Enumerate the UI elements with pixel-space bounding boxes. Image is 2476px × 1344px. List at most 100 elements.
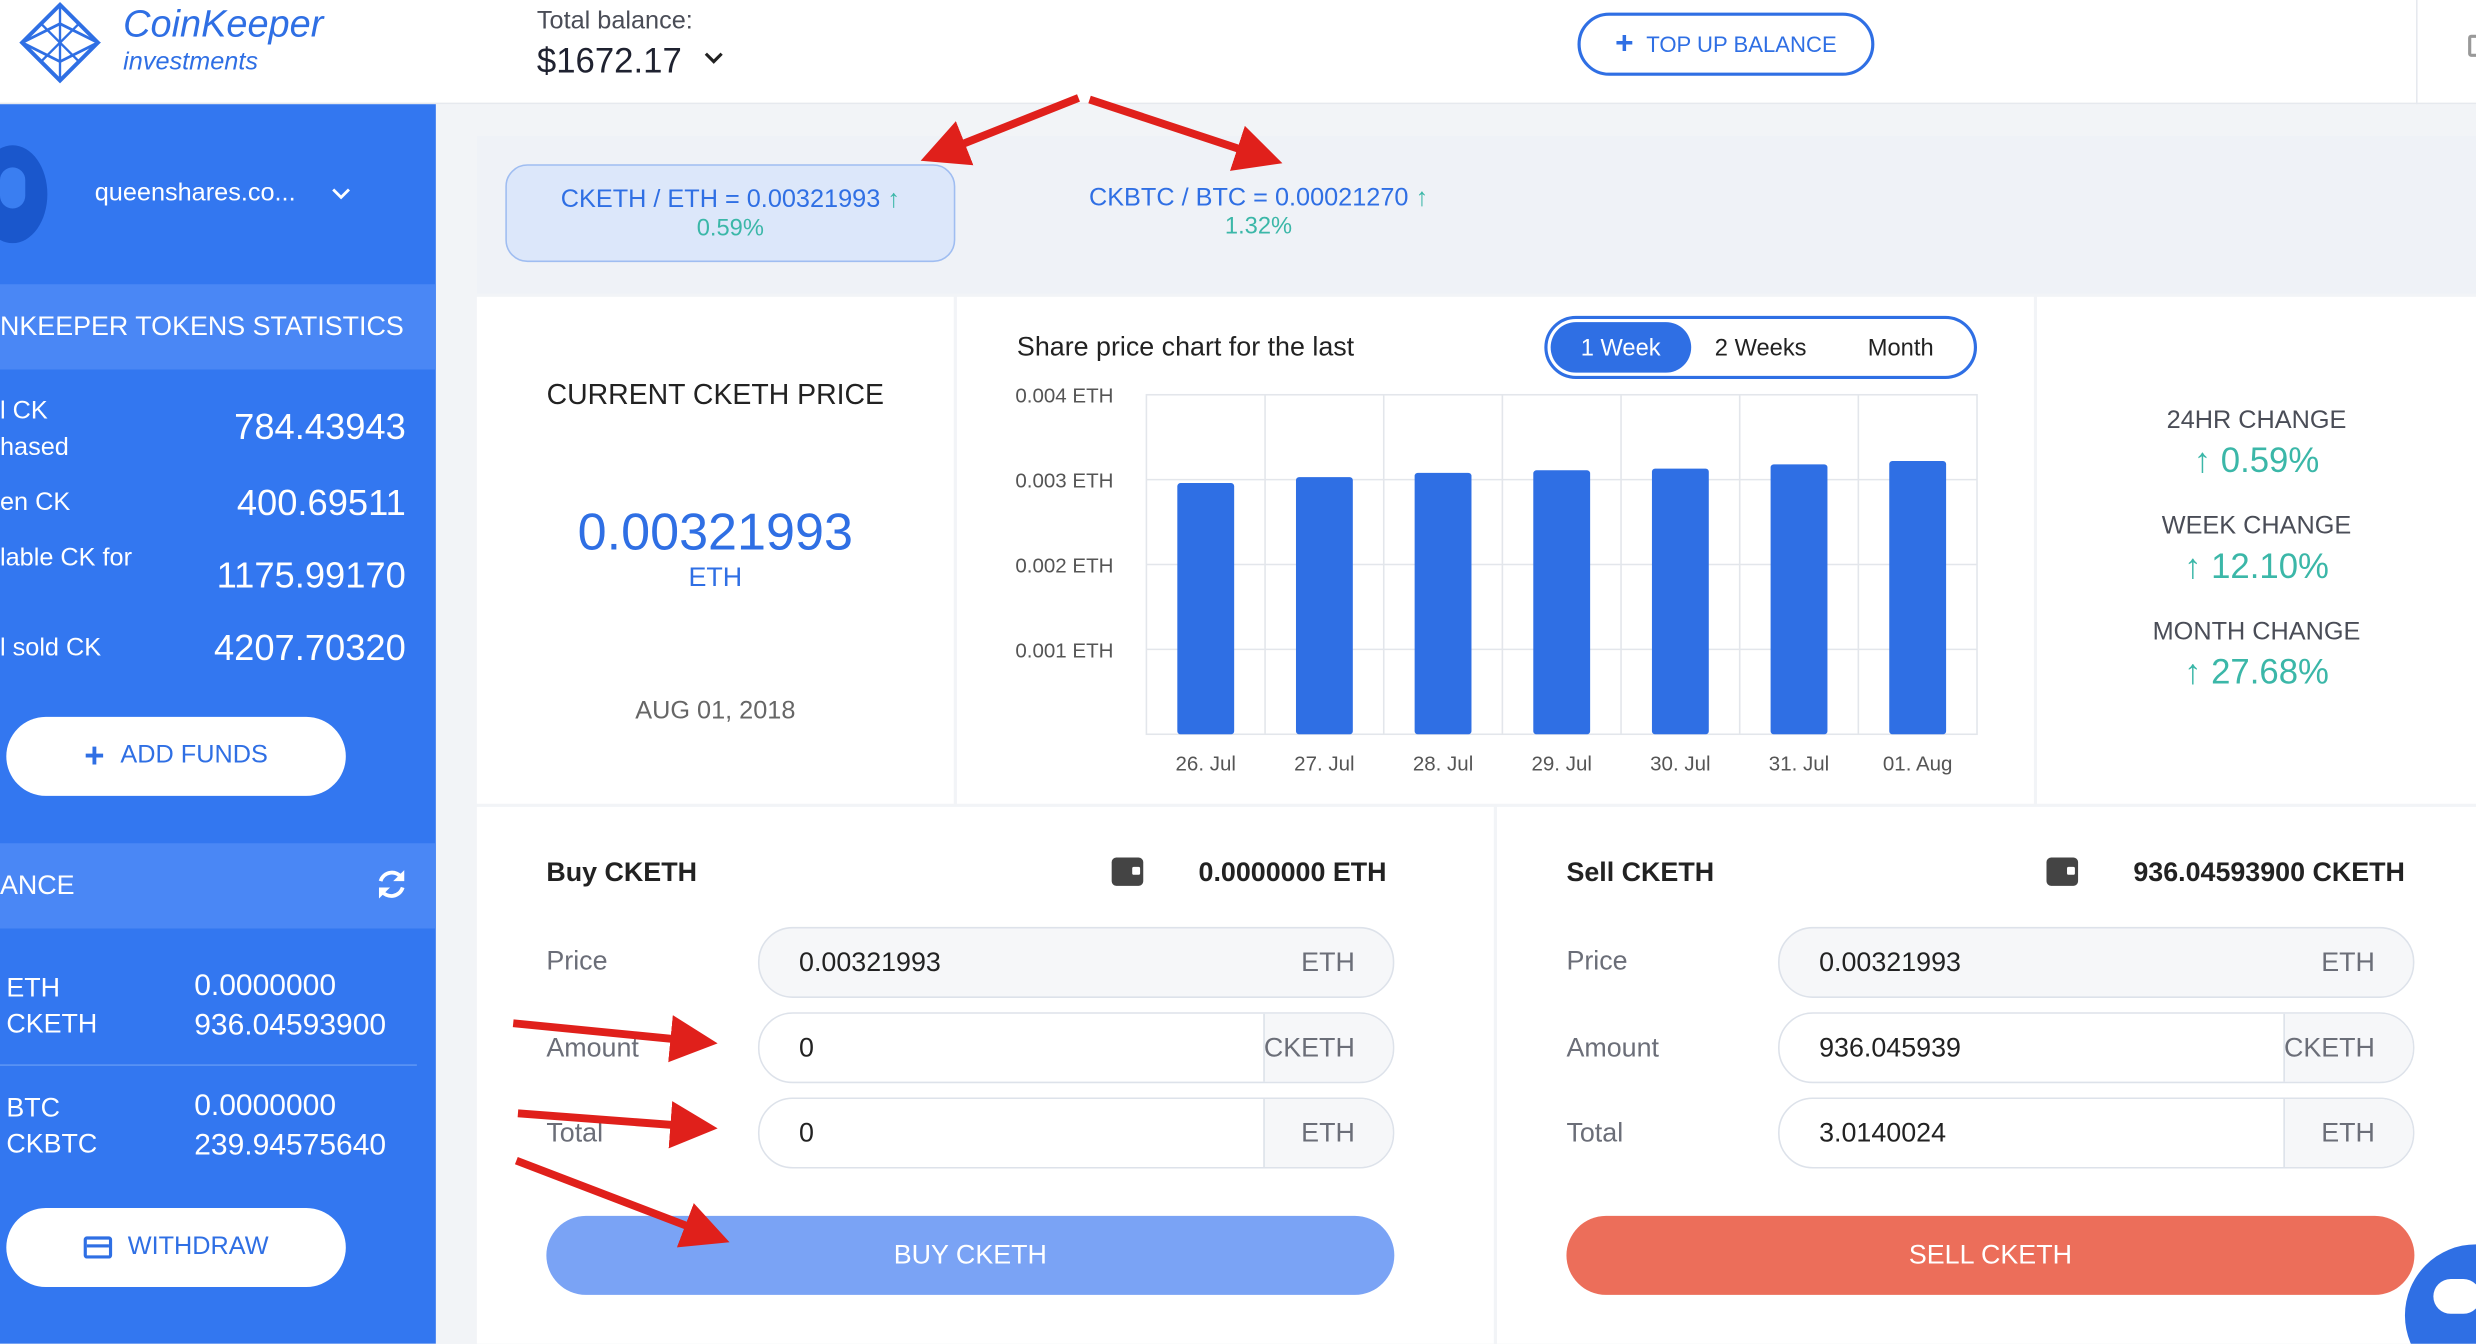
buy-amount-input[interactable]: 0 CKETH <box>757 1012 1395 1084</box>
amount-value: 0 <box>799 1032 814 1063</box>
rate-label: CKBTC / BTC = 0.00021270 <box>1088 184 1409 212</box>
sell-button[interactable]: SELL CKETH <box>1566 1215 2415 1295</box>
header-right-edge[interactable] <box>2415 0 2476 105</box>
total-label: Total <box>546 1117 604 1148</box>
chart-panel: 0.001 ETH 0.002 ETH 0.003 ETH 0.004 ETH 26. … <box>956 296 2034 804</box>
buy-title: Buy CKETH <box>546 857 698 888</box>
total-unit: ETH <box>2321 1117 2375 1148</box>
price-value: 0.00321993 <box>1819 947 1961 978</box>
change-value-text: 27.68% <box>2211 652 2329 692</box>
y-tick-label: 0.001 ETH <box>1015 639 1113 662</box>
chart-bar <box>1414 472 1472 735</box>
avatar[interactable] <box>0 145 48 244</box>
x-tick-label: 29. Jul <box>1531 753 1591 776</box>
wallet-icon <box>1111 857 1144 886</box>
current-price-panel: CURRENT CKETH PRICE 0.00321993 ETH AUG 0… <box>476 296 954 804</box>
plus-icon: + <box>1615 26 1634 62</box>
balance-currency-pair: BTC CKBTC <box>6 1090 97 1163</box>
total-balance-value[interactable]: $1672.17 <box>537 41 682 82</box>
price-unit: ETH <box>2321 947 2375 978</box>
chevron-down-icon[interactable] <box>703 51 725 67</box>
amount-label: Amount <box>546 1032 639 1063</box>
change-label: WEEK CHANGE <box>2161 513 2352 541</box>
buy-total-input[interactable]: 0 ETH <box>757 1097 1395 1169</box>
buy-button[interactable]: BUY CKETH <box>546 1215 1395 1295</box>
stat-value: 784.43943 <box>234 405 406 447</box>
x-tick-label: 31. Jul <box>1769 753 1829 776</box>
wallet-icon <box>2046 857 2079 886</box>
total-value: 0 <box>799 1117 814 1148</box>
total-label: Total <box>1566 1117 1624 1148</box>
x-tick-label: 27. Jul <box>1294 753 1354 776</box>
chevron-down-icon[interactable] <box>332 188 351 201</box>
tab-2-weeks[interactable]: 2 Weeks <box>1691 322 1831 373</box>
tab-1-week[interactable]: 1 Week <box>1550 322 1691 373</box>
arrow-up-icon: ↑ <box>2193 440 2212 481</box>
balance-value: 0.0000000 <box>194 969 337 1003</box>
y-tick-label: 0.004 ETH <box>1015 385 1113 408</box>
chart-bar <box>1770 464 1828 735</box>
change-label: 24HR CHANGE <box>2166 407 2347 435</box>
brand-sub: investments <box>123 48 258 76</box>
change-value-text: 0.59% <box>2220 440 2320 481</box>
top-up-label: TOP UP BALANCE <box>1646 31 1837 57</box>
change-value: ↑ 12.10% <box>2037 546 2476 587</box>
price-label: Price <box>1566 945 1628 976</box>
total-unit: ETH <box>1301 1117 1355 1148</box>
buy-panel: Buy CKETH 0.0000000 ETH Price 0.00321993… <box>476 806 1494 1344</box>
total-balance-label: Total balance: <box>536 7 693 35</box>
rates-bar: CKETH / ETH = 0.00321993 ↑ 0.59% CKBTC /… <box>476 135 2476 294</box>
balance-header: ANCE <box>0 843 436 929</box>
divider <box>0 1064 417 1066</box>
buy-price-field: 0.00321993 ETH <box>757 926 1395 998</box>
arrow-up-icon: ↑ <box>2184 546 2202 586</box>
tokens-statistics-header: NKEEPER TOKENS STATISTICS <box>0 284 436 370</box>
balance-value: 936.04593900 <box>194 1009 387 1043</box>
withdraw-button[interactable]: WITHDRAW <box>6 1207 346 1287</box>
stat-value: 1175.99170 <box>216 554 406 596</box>
add-funds-button[interactable]: + ADD FUNDS <box>6 716 346 796</box>
amount-value: 936.045939 <box>1819 1032 1961 1063</box>
rate-line: CKETH / ETH = 0.00321993 ↑ <box>507 186 954 214</box>
rate-percent: 1.32% <box>1224 213 1293 241</box>
logo-icon[interactable] <box>16 1 104 84</box>
device-icon <box>2468 34 2476 57</box>
currency-label: CKETH <box>6 1009 98 1040</box>
rate-percent: 0.59% <box>696 214 764 242</box>
stat-label: l CK hased <box>0 393 69 466</box>
amount-label: Amount <box>1566 1032 1659 1063</box>
sell-panel: Sell CKETH 936.04593900 CKETH Price 0.00… <box>1496 806 2476 1344</box>
arrow-up-icon: ↑ <box>887 186 900 214</box>
chart-title: Share price chart for the last <box>1016 331 1355 362</box>
chart-bar <box>1177 483 1235 735</box>
refresh-icon[interactable] <box>374 867 409 902</box>
chart-bar <box>1889 460 1947 735</box>
x-tick-label: 26. Jul <box>1176 753 1236 776</box>
arrow-up-icon: ↑ <box>1415 184 1429 212</box>
balance-value: 239.94575640 <box>194 1129 387 1163</box>
rate-chip-cketh[interactable]: CKETH / ETH = 0.00321993 ↑ 0.59% <box>505 164 956 263</box>
currency-label: ETH <box>6 972 61 1003</box>
amount-unit: CKETH <box>2283 1032 2375 1063</box>
add-funds-label: ADD FUNDS <box>120 742 268 770</box>
rate-chip-ckbtc[interactable]: CKBTC / BTC = 0.00021270 ↑ 1.32% <box>1030 164 1488 262</box>
rate-line: CKBTC / BTC = 0.00021270 ↑ <box>1030 185 1488 213</box>
rate-label: CKETH / ETH = 0.00321993 <box>560 186 881 214</box>
user-name[interactable]: queenshares.co... <box>95 180 296 208</box>
balance-value: 0.0000000 <box>194 1089 337 1123</box>
sell-total-input[interactable]: 3.0140024 ETH <box>1778 1097 2415 1169</box>
sell-price-field: 0.00321993 ETH <box>1778 926 2415 998</box>
amount-unit: CKETH <box>1263 1032 1355 1063</box>
balance-title: ANCE <box>0 870 75 901</box>
sell-wallet-balance: 936.04593900 CKETH <box>2133 857 2405 888</box>
sidebar: queenshares.co... NKEEPER TOKENS STATIST… <box>0 104 436 1344</box>
tab-month[interactable]: Month <box>1831 322 1971 373</box>
price-value: 0.00321993 <box>799 947 941 978</box>
balance-values: 0.0000000 936.04593900 <box>194 966 386 1045</box>
brand-name[interactable]: CoinKeeper <box>123 3 323 47</box>
period-tabs: 1 Week 2 Weeks Month <box>1544 315 1978 379</box>
top-up-balance-button[interactable]: + TOP UP BALANCE <box>1577 12 1875 76</box>
x-tick-label: 01. Aug <box>1883 753 1953 776</box>
sell-amount-input[interactable]: 936.045939 CKETH <box>1778 1012 2415 1084</box>
top-bar: CoinKeeper investments Total balance: $1… <box>0 0 2476 105</box>
